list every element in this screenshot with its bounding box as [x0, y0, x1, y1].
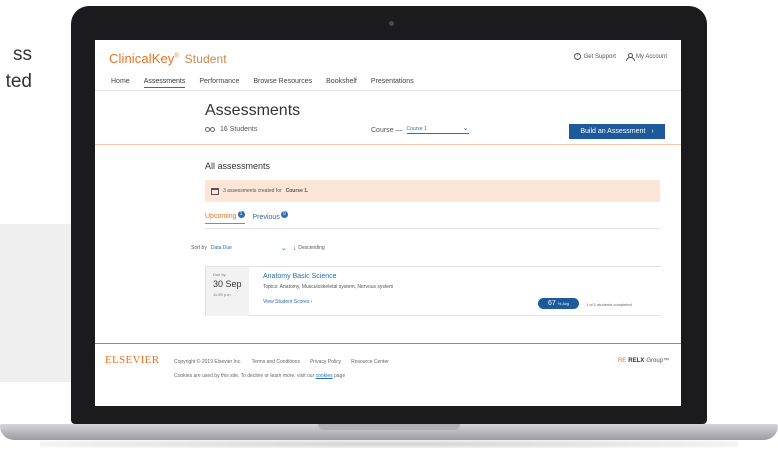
nav-tab-performance[interactable]: Performance: [199, 78, 239, 88]
copyright-text: Copyright © 2019 Elsevier Inc.: [174, 359, 242, 365]
get-support-link[interactable]: ? Get Support: [573, 53, 616, 60]
arrow-down-icon[interactable]: ↓: [293, 245, 297, 252]
tab-upcoming-label: Upcoming: [205, 213, 237, 220]
my-account-link[interactable]: My Account: [625, 53, 667, 61]
laptop-base-notch: [318, 424, 460, 430]
due-date: 30 Sep: [213, 279, 242, 289]
assessment-topics: Topics: Anatomy, Musculoskeletal system,…: [263, 284, 394, 290]
elsevier-logo[interactable]: ELSEVIER: [105, 354, 159, 366]
account-label: My Account: [635, 53, 667, 60]
average-score-unit: % Avg: [557, 301, 570, 306]
sort-direction[interactable]: Descending: [298, 245, 324, 251]
relx-logo[interactable]: RE RELX Group™: [618, 358, 669, 364]
cookie-notice: Cookies are used by this site. To declin…: [174, 373, 345, 379]
user-icon: [625, 53, 635, 61]
app-header: ClinicalKey® Student ? Get Support My Ac…: [95, 40, 681, 70]
average-score-badge: 67 % Avg: [538, 298, 579, 309]
laptop-camera: [389, 21, 394, 26]
build-assessment-button[interactable]: Build an Assessment ›: [569, 124, 665, 139]
header-divider: [95, 144, 681, 145]
question-icon: ?: [573, 53, 581, 60]
background-text-line: ss: [13, 44, 32, 65]
relx-name: RELX: [628, 358, 645, 364]
footer-links: Copyright © 2019 Elsevier Inc. Terms and…: [174, 359, 389, 365]
brand-product: Student: [184, 52, 227, 66]
chevron-down-icon: ⌄: [462, 125, 469, 132]
section-title: All assessments: [205, 161, 271, 171]
terms-link[interactable]: Terms and Conditions: [252, 359, 300, 365]
privacy-link[interactable]: Privacy Policy: [310, 359, 341, 365]
assessment-name-link[interactable]: Anatomy Basic Science: [263, 273, 337, 280]
tabs-divider: [205, 228, 660, 229]
sort-label: Sort by: [191, 245, 207, 251]
due-time: 11:59 p.m.: [213, 292, 232, 297]
tab-previous[interactable]: Previous 0: [252, 211, 288, 224]
nav-tab-browse-resources[interactable]: Browse Resources: [253, 78, 312, 88]
cookie-suffix: page: [334, 373, 346, 379]
cookies-link[interactable]: cookies: [316, 373, 333, 379]
students-count: 16 Students: [205, 126, 257, 133]
sort-field-select[interactable]: Data Due: [211, 245, 281, 251]
notice-course: Course 1.: [285, 188, 309, 194]
laptop-shadow: [40, 440, 738, 448]
course-dropdown[interactable]: Course 1 ⌄: [406, 125, 469, 134]
page-title: Assessments: [205, 102, 301, 119]
nav-tab-assessments[interactable]: Assessments: [143, 78, 186, 88]
previous-count-badge: 0: [280, 211, 288, 218]
sort-bar: Sort by Data Due ⌄ ↓ Descending: [191, 244, 325, 253]
assessment-tabs: Upcoming 1 Previous 0: [205, 210, 288, 224]
laptop-screen: ClinicalKey® Student ? Get Support My Ac…: [95, 40, 681, 406]
notice-text: 3 assessments created for: [223, 188, 282, 194]
upcoming-count-badge: 1: [237, 210, 245, 218]
due-label: Due by: [213, 272, 226, 277]
chevron-right-icon: ›: [651, 128, 654, 135]
relx-mark-icon: RE: [617, 358, 627, 364]
tab-upcoming[interactable]: Upcoming 1: [205, 210, 245, 224]
brand-mark: ®: [174, 53, 179, 60]
nav-tab-presentations[interactable]: Presentations: [371, 78, 414, 88]
course-label: Course —: [371, 126, 403, 134]
people-icon: [205, 126, 215, 133]
notice-banner: 3 assessments created for Course 1.: [205, 180, 660, 202]
brand-name: ClinicalKey: [109, 51, 175, 66]
calendar-icon: [211, 187, 219, 195]
main-nav: Home Assessments Performance Browse Reso…: [111, 78, 414, 88]
chevron-right-icon: ›: [310, 299, 313, 305]
average-score-value: 67: [547, 300, 556, 307]
view-student-scores-link[interactable]: View Student Scores ›: [263, 299, 312, 305]
header-actions: ? Get Support My Account: [573, 53, 667, 61]
brand-logo[interactable]: ClinicalKey® Student: [109, 51, 227, 66]
resource-center-link[interactable]: Resource Center: [351, 359, 389, 365]
chevron-down-icon[interactable]: ⌄: [281, 244, 287, 252]
due-date-box: Due by 30 Sep 11:59 p.m.: [205, 267, 249, 316]
build-button-label: Build an Assessment: [580, 128, 646, 135]
course-selector: Course — Course 1 ⌄: [371, 125, 469, 134]
relx-suffix: Group™: [646, 358, 669, 364]
completion-text: 1 of 1 students completed: [586, 302, 632, 307]
students-label: 16 Students: [220, 126, 258, 133]
background-text-line: ted: [5, 71, 32, 92]
nav-tab-bookshelf[interactable]: Bookshelf: [326, 78, 357, 88]
nav-tab-home[interactable]: Home: [111, 78, 130, 88]
nav-divider: [95, 90, 681, 91]
tab-previous-label: Previous: [252, 213, 280, 221]
course-value: Course 1: [406, 126, 427, 132]
footer-divider: [95, 343, 681, 344]
assessment-card: Due by 30 Sep 11:59 p.m. Anatomy Basic S…: [205, 266, 661, 316]
support-label: Get Support: [583, 53, 616, 60]
view-scores-label: View Student Scores: [263, 299, 310, 305]
cookie-text: Cookies are used by this site. To declin…: [174, 373, 315, 379]
